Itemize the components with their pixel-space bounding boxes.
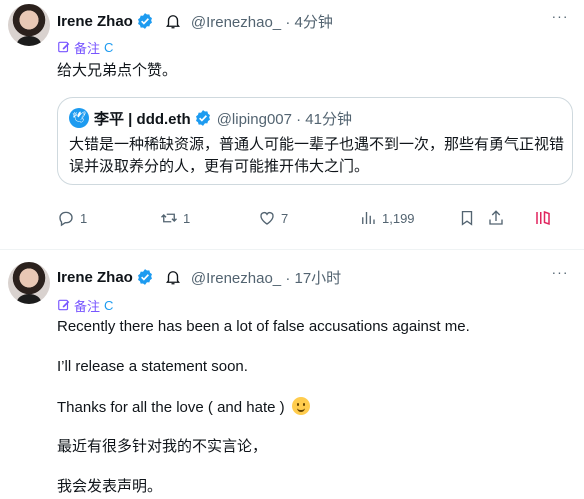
verified-badge-icon: [137, 269, 152, 285]
views-button[interactable]: 1,199: [359, 207, 415, 229]
smile-emoji-icon: [291, 397, 310, 415]
note-label: 备注: [74, 298, 101, 314]
views-chart-icon: [362, 212, 375, 224]
author-name[interactable]: Irene Zhao: [57, 269, 133, 286]
views-count: 1,199: [382, 210, 415, 226]
share-button[interactable]: [487, 207, 505, 229]
tweet-header: Irene Zhao @Irenezhao_ · 17小时: [57, 267, 341, 287]
quoted-tweet[interactable]: 🕊 李平 | ddd.eth @liping007 · 41分钟 大错是一种稀缺…: [57, 97, 573, 185]
tweet-text-line: Recently there has been a lot of false a…: [57, 318, 470, 335]
extension-icon: [536, 210, 550, 226]
tweet-1[interactable]: Irene Zhao @Irenezhao_ · 4分钟 ··· 备注 C 给大…: [0, 0, 584, 249]
reply-count: 1: [80, 210, 88, 226]
tweet-header: Irene Zhao @Irenezhao_ · 4分钟: [57, 11, 333, 31]
note-label: 备注: [74, 40, 101, 56]
quoted-author-name: 李平 | ddd.eth: [94, 110, 191, 128]
share-icon: [489, 210, 503, 225]
tweet-2[interactable]: Irene Zhao @Irenezhao_ · 17小时 ··· 备注 C R…: [0, 250, 584, 499]
tweet-text: 给大兄弟点个赞。: [57, 62, 178, 79]
retweet-icon: [161, 213, 177, 223]
handle-and-time[interactable]: @Irenezhao_ · 17小时: [191, 267, 341, 288]
like-button[interactable]: 7: [258, 207, 288, 229]
quoted-header: 李平 | ddd.eth @liping007 · 41分钟: [94, 108, 352, 128]
quoted-handle-and-time: @liping007 · 41分钟: [216, 110, 352, 128]
bell-icon[interactable]: [164, 268, 182, 286]
heart-icon: [260, 212, 274, 225]
more-options-icon[interactable]: ···: [550, 265, 570, 286]
avatar[interactable]: [8, 4, 50, 46]
action-bar: 1 1 7 1,199: [57, 207, 567, 229]
note-edit-icon: [58, 41, 70, 53]
tweet-text-line: 我会发表声明。: [57, 478, 163, 495]
avatar[interactable]: [8, 262, 50, 304]
extension-button[interactable]: [534, 207, 552, 229]
bookmark-button[interactable]: [458, 207, 476, 229]
tweet-text-line-with-emoji: Thanks for all the love ( and hate ): [57, 397, 310, 418]
reply-icon: [59, 211, 73, 227]
reply-button[interactable]: 1: [57, 207, 87, 229]
quoted-avatar[interactable]: 🕊: [69, 108, 89, 128]
note-row[interactable]: 备注 C: [57, 38, 113, 56]
tweet-text-line: I’ll release a statement soon.: [57, 358, 248, 375]
more-options-icon[interactable]: ···: [550, 9, 570, 30]
verified-badge-icon: [195, 110, 210, 126]
note-row[interactable]: 备注 C: [57, 296, 113, 314]
tweet-text-line: 最近有很多针对我的不实言论，: [57, 438, 268, 455]
tweet-text-line: Thanks for all the love ( and hate ): [57, 399, 285, 416]
retweet-count: 1: [183, 210, 191, 226]
bell-icon[interactable]: [164, 12, 182, 30]
verified-badge-icon: [137, 13, 152, 29]
like-count: 7: [281, 210, 289, 226]
refresh-icon[interactable]: C: [104, 40, 113, 55]
author-name[interactable]: Irene Zhao: [57, 13, 133, 30]
bookmark-icon: [461, 210, 473, 226]
retweet-button[interactable]: 1: [160, 207, 190, 229]
handle-and-time[interactable]: @Irenezhao_ · 4分钟: [191, 11, 333, 32]
refresh-icon[interactable]: C: [104, 298, 113, 313]
quoted-text: 大错是一种稀缺资源，普通人可能一辈子也遇不到一次，那些有勇气正视错误并汲取养分的…: [69, 136, 565, 175]
note-edit-icon: [58, 299, 70, 311]
